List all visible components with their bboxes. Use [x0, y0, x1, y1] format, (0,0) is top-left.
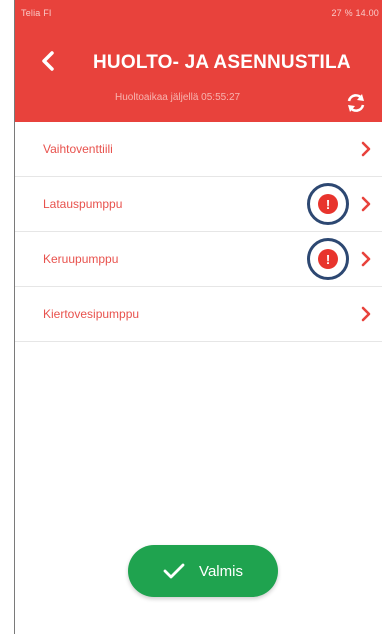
- status-bar: Telia FI 27 % 14.00: [15, 0, 382, 28]
- list-item-kiertovesipumppu[interactable]: Kiertovesipumppu: [15, 287, 382, 342]
- list-item-latauspumppu[interactable]: Latauspumppu !: [15, 177, 382, 232]
- done-button-label: Valmis: [199, 562, 243, 580]
- sync-button[interactable]: [343, 90, 369, 116]
- service-time-remaining: Huoltoaikaa jäljellä 05:55:27: [115, 92, 241, 103]
- chevron-right-icon: [361, 141, 371, 157]
- chevron-right-icon: [361, 196, 371, 212]
- app-screen: Telia FI 27 % 14.00 HUOLTO- JA ASENNUSTI…: [14, 0, 382, 634]
- alert-icon: !: [318, 194, 338, 214]
- chevron-right-icon: [361, 251, 371, 267]
- done-button[interactable]: Valmis: [128, 545, 278, 597]
- component-list: Vaihtoventtiili Latauspumppu ! Keruupump…: [15, 122, 382, 342]
- app-header: Telia FI 27 % 14.00 HUOLTO- JA ASENNUSTI…: [15, 0, 382, 122]
- sync-icon: [347, 94, 365, 112]
- list-item-label: Keruupumppu: [43, 252, 119, 266]
- list-item-label: Latauspumppu: [43, 197, 123, 211]
- back-button[interactable]: [35, 48, 61, 74]
- alert-highlight-ring: !: [307, 183, 349, 225]
- list-item-keruupumppu[interactable]: Keruupumppu !: [15, 232, 382, 287]
- chevron-left-icon: [42, 51, 54, 71]
- alert-highlight-ring: !: [307, 238, 349, 280]
- list-item-label: Vaihtoventtiili: [43, 142, 113, 156]
- status-battery-time: 27 % 14.00: [331, 8, 379, 18]
- page-title: HUOLTO- JA ASENNUSTILA: [93, 52, 351, 73]
- list-item-label: Kiertovesipumppu: [43, 307, 140, 321]
- status-carrier: Telia FI: [21, 8, 52, 18]
- alert-icon: !: [318, 249, 338, 269]
- chevron-right-icon: [361, 306, 371, 322]
- list-item-vaihtoventtiili[interactable]: Vaihtoventtiili: [15, 122, 382, 177]
- check-icon: [163, 563, 185, 579]
